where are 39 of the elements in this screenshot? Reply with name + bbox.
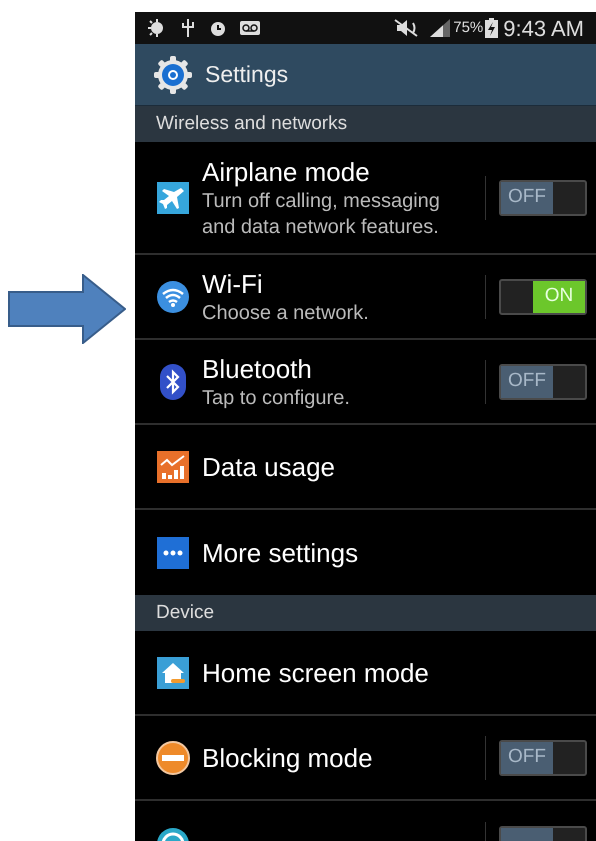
setting-title: Blocking mode: [202, 742, 374, 774]
wifi-icon: [157, 280, 189, 312]
mute-icon: [393, 19, 420, 37]
settings-row[interactable]: Bluetooth Tap to configure. OFF: [135, 340, 596, 425]
settings-row[interactable]: Home screen mode: [135, 631, 596, 716]
more-icon: [157, 536, 189, 568]
toggle-label: OFF: [501, 366, 553, 398]
voicemail-icon: [239, 20, 261, 36]
toggle-label: OFF: [501, 182, 553, 214]
setting-title: Home screen mode: [202, 656, 430, 688]
usb-icon: [181, 18, 195, 38]
settings-row[interactable]: Airplane mode Turn off calling, messaging and data network features. OFF: [135, 142, 596, 255]
setting-title: More settings: [202, 536, 360, 568]
clock-time: 9:43 AM: [503, 14, 584, 42]
home-icon: [157, 656, 189, 688]
settings-row[interactable]: Data usage: [135, 425, 596, 510]
signal-icon: [429, 18, 452, 38]
battery-charging-icon: [485, 18, 498, 38]
gear-icon: [153, 54, 193, 94]
settings-row[interactable]: More settings: [135, 510, 596, 595]
setting-description: Tap to configure.: [202, 386, 351, 410]
screen-title: Settings: [205, 60, 288, 90]
section-header: Device: [156, 600, 214, 625]
setting-title: Bluetooth: [202, 352, 313, 384]
toggle-label: ON: [533, 280, 585, 312]
setting-description: Choose a network.: [202, 300, 370, 326]
settings-row[interactable]: Wi-Fi Choose a network. ON: [135, 255, 596, 340]
section-header: Wireless and networks: [156, 112, 348, 136]
blocking-icon: [156, 740, 190, 774]
setting-title: Wi-Fi: [202, 268, 264, 300]
settings-row[interactable]: Blocking mode OFF: [135, 716, 596, 801]
airplane-icon: [157, 182, 189, 214]
bluetooth-icon: [160, 364, 186, 400]
setting-description: Turn off calling, messaging and data network features.: [202, 188, 441, 240]
setting-title: Airplane mode: [202, 156, 371, 188]
chart-icon: [157, 450, 189, 482]
setting-title: Data usage: [202, 450, 336, 482]
toggle-label: OFF: [501, 742, 553, 774]
battery-percent: 75%: [453, 18, 484, 38]
